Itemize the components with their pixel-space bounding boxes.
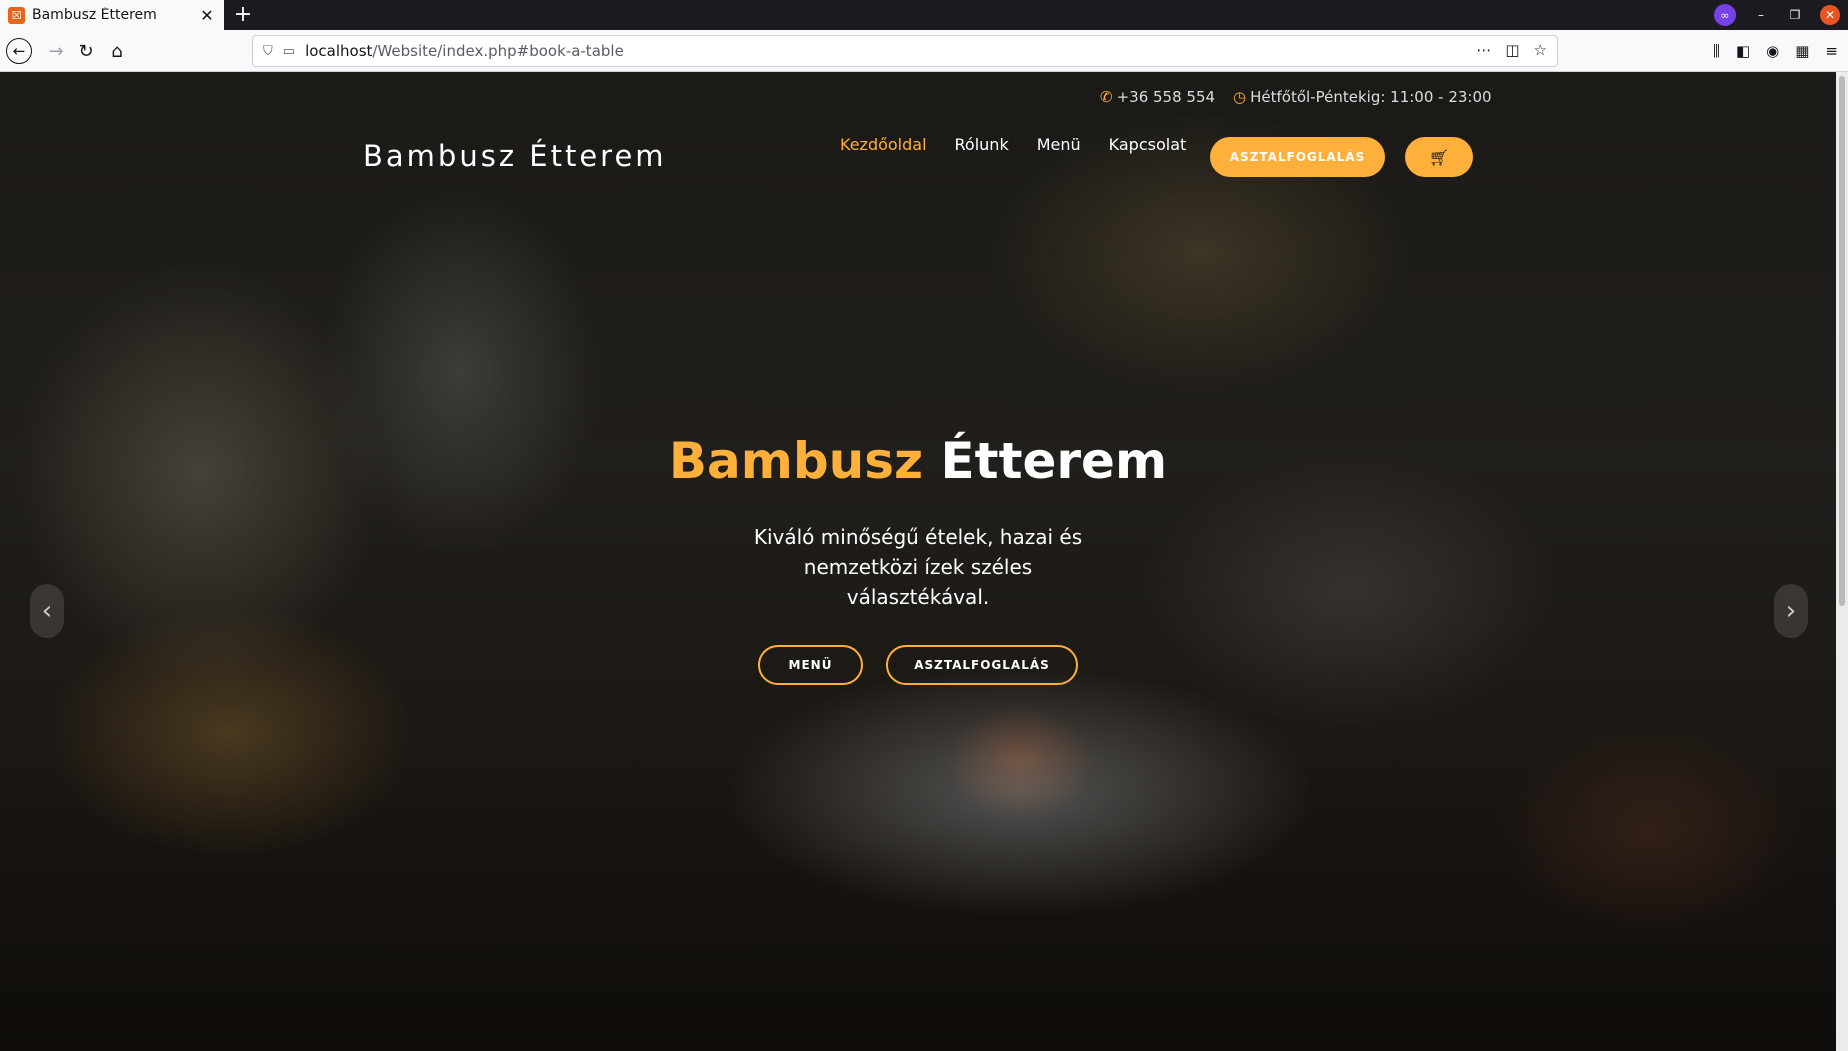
hero-title-accent: Bambusz [668,432,924,490]
nav-item-menu[interactable]: Menü [1037,135,1081,154]
minimize-icon[interactable]: – [1752,8,1770,22]
main-nav: Kezdőoldal Rólunk Menü Kapcsolat [840,135,1214,154]
book-table-button[interactable]: ASZTALFOGLALÁS [1210,137,1385,177]
hero-menu-button[interactable]: MENÜ [758,645,863,685]
cart-icon: 🛒︎ [1428,147,1450,167]
tab-close-icon[interactable]: ✕ [198,6,216,25]
carousel-prev-button[interactable]: ‹ [30,584,64,638]
nav-item-about[interactable]: Rólunk [955,135,1009,154]
tracking-shield-icon[interactable]: ⛉ [263,44,273,59]
phone-info: ✆ +36 558 554 [1100,88,1215,106]
browser-toolbar: ← → ↻ ⌂ ⛉ ▭ localhost/Website/index.php#… [0,30,1848,72]
clock-icon: ◷ [1233,88,1247,106]
hero-subtitle: Kiváló minőségű ételek, hazai és nemzetk… [753,525,1083,609]
tab-title: Bambusz Étterem [32,7,157,23]
favicon-icon: ☒ [8,6,25,24]
scrollbar-thumb[interactable] [1839,76,1845,606]
nav-item-contact[interactable]: Kapcsolat [1109,135,1187,154]
site-logo[interactable]: Bambusz Étterem [363,139,667,173]
url-host: localhost [305,42,373,60]
hero-section: ✆ +36 558 554 ◷ Hétfőtől-Péntekig: 11:00 -… [0,72,1836,1051]
back-icon[interactable]: ← [6,38,32,64]
app-menu-icon[interactable]: ≡ [1825,42,1838,60]
nav-item-home[interactable]: Kezdőoldal [840,135,927,154]
carousel-next-button[interactable]: › [1774,584,1808,638]
page-info-icon[interactable]: ▭ [283,44,295,59]
page-actions-icon[interactable]: ⋯ [1476,41,1491,59]
window-close-icon[interactable]: ✕ [1820,5,1840,25]
window-controls: ∞ – ❐ ✕ [1714,4,1840,26]
phone-icon: ✆ [1100,88,1113,106]
reload-icon[interactable]: ↻ [72,37,100,65]
opening-hours: Hétfőtől-Péntekig: 11:00 - 23:00 [1250,88,1492,106]
url-text[interactable]: localhost/Website/index.php#book-a-table [305,42,624,60]
url-bar[interactable]: ⛉ ▭ localhost/Website/index.php#book-a-t… [252,35,1558,67]
top-info-bar: ✆ +36 558 554 ◷ Hétfőtől-Péntekig: 11:00 -… [1100,88,1492,106]
url-actions: ⋯ ◫ ☆ [1476,41,1547,59]
browser-tab-bar: ☒ Bambusz Étterem ✕ + ∞ – ❐ ✕ [0,0,1848,30]
hero-title: Bambusz Étterem [0,432,1836,490]
url-path: /Website/index.php#book-a-table [372,42,624,60]
new-tab-button[interactable]: + [230,2,256,28]
sidebar-icon[interactable]: ◧ [1736,42,1750,60]
library-icon[interactable]: ⫼ [1713,42,1720,60]
pocket-icon[interactable]: ◫ [1505,41,1519,59]
bookmark-star-icon[interactable]: ☆ [1534,41,1547,59]
chevron-right-icon: › [1785,596,1797,626]
forward-icon[interactable]: → [42,37,70,65]
phone-number: +36 558 554 [1116,88,1216,106]
page-scrollbar[interactable] [1836,72,1848,1051]
hero-title-rest: Étterem [940,432,1168,490]
hours-info: ◷ Hétfőtől-Péntekig: 11:00 - 23:00 [1233,88,1492,106]
restore-icon[interactable]: ❐ [1786,8,1804,22]
home-icon[interactable]: ⌂ [103,37,131,65]
cart-button[interactable]: 🛒︎ [1405,137,1473,177]
browser-tab[interactable]: ☒ Bambusz Étterem ✕ [0,0,224,30]
toolbar-actions: ⫼ ◧ ◉ ▦ ≡ [1713,42,1838,60]
hero-book-button[interactable]: ASZTALFOGLALÁS [886,645,1078,685]
account-icon[interactable]: ◉ [1766,42,1779,60]
private-browsing-icon: ∞ [1714,4,1736,26]
extensions-icon[interactable]: ▦ [1795,42,1809,60]
chevron-left-icon: ‹ [41,596,53,626]
